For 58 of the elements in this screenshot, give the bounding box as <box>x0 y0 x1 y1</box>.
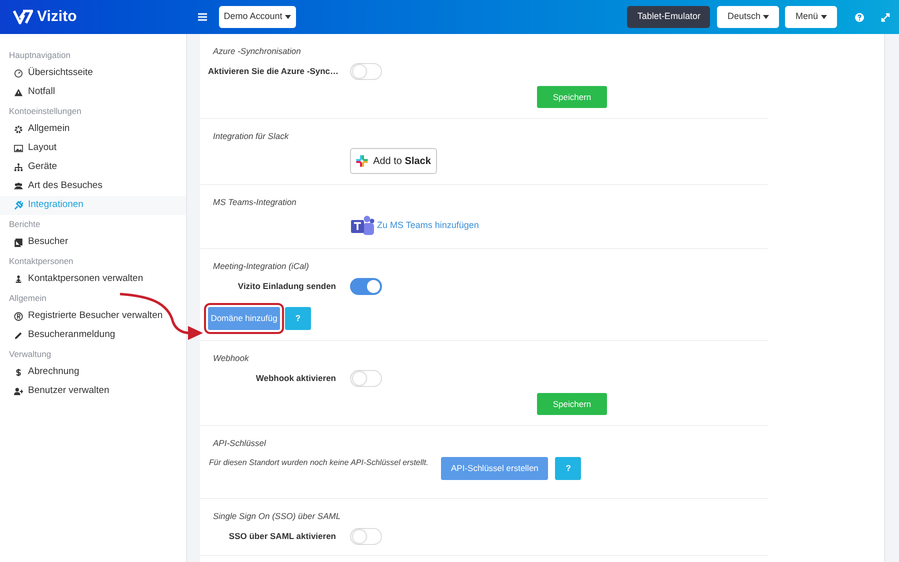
sidebar-item[interactable]: Besucheranmeldung <box>0 326 186 345</box>
sitemap-icon <box>14 163 23 172</box>
sidebar-item[interactable]: Allgemein <box>0 120 186 139</box>
pencil-icon <box>14 331 23 340</box>
menu-icon[interactable] <box>198 13 207 21</box>
slack-logo-icon <box>356 155 368 167</box>
dropdown-button[interactable]: Menü <box>785 6 837 28</box>
toggle-switch[interactable] <box>350 370 382 387</box>
toggle-switch[interactable] <box>350 528 382 545</box>
sidebar-item[interactable]: Registrierte Besucher verwalten <box>0 307 186 326</box>
section-title: Azure -Synchronisation <box>212 45 302 57</box>
help-icon[interactable] <box>855 12 864 22</box>
sidebar-item[interactable]: Art des Besuches <box>0 177 186 196</box>
section-title: MS Teams-Integration <box>212 196 298 208</box>
toggle-switch[interactable] <box>350 63 382 80</box>
sidebar-heading: Kontoeinstellungen <box>8 104 82 118</box>
sidebar-item[interactable]: Abrechnung <box>0 363 186 382</box>
sidebar-item[interactable]: Layout <box>0 139 186 158</box>
sidebar-heading: Kontaktpersonen <box>8 254 74 268</box>
toggle-label: SSO über SAML aktivieren <box>228 530 336 543</box>
caret-icon <box>285 15 292 19</box>
sidebar-item[interactable]: Kontaktpersonen verwalten <box>0 270 186 289</box>
sidebar-heading: Hauptnavigation <box>8 48 72 62</box>
dropdown-button[interactable]: Deutsch <box>717 6 780 28</box>
logo-text: Vizito <box>37 6 77 27</box>
plug-icon <box>14 201 23 210</box>
section-title: Webhook <box>212 352 250 364</box>
toggle-label: Vizito Einladung senden <box>236 280 336 293</box>
emulator-button[interactable]: Tablet-Emulator <box>627 6 710 28</box>
account-dropdown[interactable]: Demo Account <box>219 6 296 28</box>
section-title: Single Sign On (SSO) über SAML <box>212 510 342 522</box>
teams-logo-icon <box>350 214 375 238</box>
sidebar-heading: Allgemein <box>8 292 48 305</box>
expand-icon[interactable] <box>881 12 890 22</box>
section-title: API-Schlüssel <box>212 437 267 449</box>
sidebar-item[interactable]: Besucher <box>0 233 186 252</box>
sidebar-item[interactable]: Übersichtsseite <box>0 64 186 83</box>
toggle-label: Aktivieren Sie die Azure -Sync… <box>208 65 336 78</box>
sidebar-item[interactable]: Notfall <box>0 83 186 102</box>
sidebar-item[interactable]: Benutzer verwalten <box>0 382 186 401</box>
logo-icon <box>13 9 33 25</box>
toggle-switch[interactable] <box>350 278 382 295</box>
section-title: Meeting-Integration (iCal) <box>212 260 310 272</box>
dollar-icon <box>14 368 23 377</box>
gauge-icon <box>14 69 23 78</box>
caret-icon <box>763 15 770 19</box>
section-title: Integration für Slack <box>212 130 290 142</box>
slack-button[interactable]: Add to Slack <box>350 148 437 174</box>
image-icon <box>14 144 23 153</box>
toggle-label: Webhook aktivieren <box>254 372 336 385</box>
registered-icon <box>14 312 23 321</box>
sidebar-heading: Verwaltung <box>8 348 52 361</box>
sidebar-item[interactable]: Geräte <box>0 158 186 177</box>
user-plus-icon <box>14 387 23 396</box>
info-text: Für diesen Standort wurden noch keine API-Schlüssel erstellt. <box>209 457 430 469</box>
warning-icon <box>14 88 23 97</box>
sidebar-heading: Berichte <box>8 218 42 231</box>
caret-icon <box>821 15 827 19</box>
